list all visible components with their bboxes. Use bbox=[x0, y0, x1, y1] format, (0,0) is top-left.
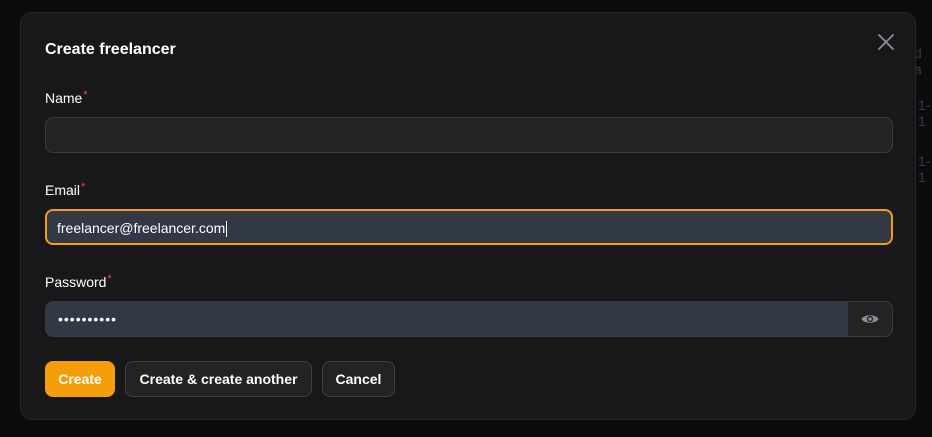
required-mark: * bbox=[83, 89, 88, 101]
text-caret bbox=[226, 221, 228, 238]
name-input[interactable] bbox=[45, 117, 893, 153]
eye-icon bbox=[861, 315, 879, 323]
create-another-button[interactable]: Create & create another bbox=[125, 361, 312, 397]
password-label: Password* bbox=[45, 273, 112, 291]
password-masked-value: •••••••••• bbox=[58, 311, 118, 327]
email-label: Email* bbox=[45, 181, 85, 199]
name-label-text: Name bbox=[45, 90, 83, 106]
create-freelancer-modal: Create freelancer Name* Email* freelance… bbox=[20, 12, 916, 420]
close-icon bbox=[878, 34, 894, 50]
required-mark: * bbox=[81, 181, 86, 193]
email-value-text: freelancer@freelancer.com bbox=[57, 220, 226, 236]
create-button[interactable]: Create bbox=[45, 361, 115, 397]
modal-title: Create freelancer bbox=[45, 41, 176, 58]
cancel-button[interactable]: Cancel bbox=[322, 361, 395, 397]
password-input[interactable]: •••••••••• bbox=[45, 301, 893, 337]
password-label-text: Password bbox=[45, 274, 107, 290]
show-password-button[interactable] bbox=[847, 302, 892, 336]
background-text-fragment: 1-1 bbox=[918, 153, 931, 185]
close-button[interactable] bbox=[875, 31, 897, 53]
background-text-fragment: d a bbox=[914, 45, 922, 77]
name-label: Name* bbox=[45, 89, 88, 107]
email-input-value: freelancer@freelancer.com bbox=[57, 219, 228, 238]
required-mark: * bbox=[107, 273, 112, 285]
email-label-text: Email bbox=[45, 182, 81, 198]
background-text-fragment: 1-1 bbox=[918, 97, 931, 129]
